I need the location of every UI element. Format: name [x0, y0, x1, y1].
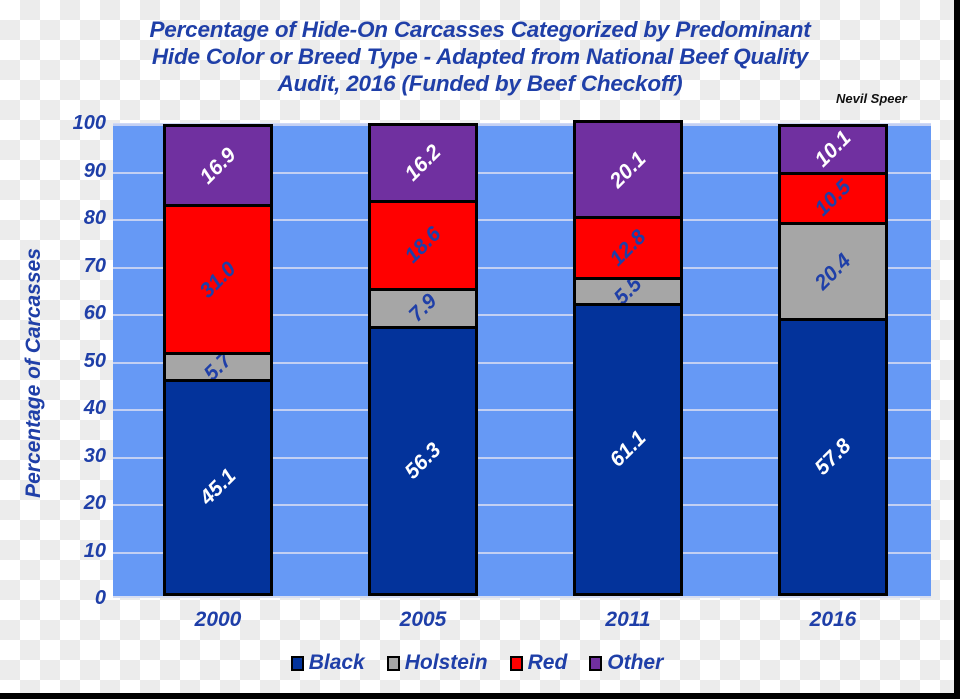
- y-axis-tick-90: 90: [83, 159, 106, 182]
- bar-segment-other-2011: 20.1: [573, 120, 683, 219]
- plot-area: 16.9 31.0 5.7 45.1 16.2 18.6 7.9 56.3 20.1 12.8 5.…: [113, 120, 931, 598]
- bar-value-label: 20.1: [605, 147, 651, 193]
- legend-label: Other: [607, 651, 664, 674]
- bar-segment-black-2011: 61.1: [573, 302, 683, 596]
- bar-segment-black-2005: 56.3: [368, 325, 478, 596]
- chart-legend: Black Holstein Red Other: [0, 651, 954, 675]
- legend-item-red[interactable]: Red: [509, 651, 568, 675]
- bar-value-label: 5.7: [199, 351, 237, 382]
- legend-item-holstein[interactable]: Holstein: [386, 651, 488, 675]
- y-axis-tick-70: 70: [83, 254, 106, 277]
- y-axis-tick-0: 0: [94, 587, 106, 609]
- bar-segment-black-2000: 45.1: [163, 378, 273, 596]
- legend-label: Red: [527, 651, 568, 674]
- legend-swatch-icon-black: [290, 655, 304, 671]
- bar-segment-other-2005: 16.2: [368, 122, 478, 203]
- bar-segment-holstein-2016: 20.4: [778, 221, 888, 322]
- bar-segment-red-2016: 10.5: [778, 171, 888, 225]
- bar-value-label: 57.8: [810, 434, 856, 480]
- bar-segment-red-2000: 31.0: [163, 204, 273, 355]
- x-axis-tick-2011: 2011: [605, 608, 651, 631]
- bar-value-label: 18.6: [400, 222, 446, 268]
- bar-value-label: 31.0: [195, 257, 241, 303]
- chart-image: Percentage of Hide-On Carcasses Categori…: [0, 0, 960, 699]
- bar-segment-other-2016: 10.1: [778, 123, 888, 175]
- y-axis-tick-20: 20: [83, 492, 106, 514]
- y-axis-tick-80: 80: [83, 207, 106, 229]
- y-axis-tick-10: 10: [83, 539, 106, 562]
- bar-segment-holstein-2011: 5.5: [573, 276, 683, 306]
- bar-value-label: 10.5: [810, 175, 856, 221]
- bar-segment-holstein-2005: 7.9: [368, 288, 478, 329]
- bar-segment-holstein-2000: 5.7: [163, 351, 273, 382]
- legend-label: Holstein: [404, 651, 488, 674]
- chart-title-line-2: Hide Color or Breed Type - Adapted from …: [151, 44, 809, 69]
- y-axis-tick-100: 100: [72, 112, 106, 134]
- bar-segment-black-2016: 57.8: [778, 318, 888, 596]
- bar-value-label: 10.1: [810, 126, 856, 172]
- bar-value-label: 61.1: [605, 426, 651, 472]
- y-axis-tick-40: 40: [83, 397, 106, 419]
- x-axis-tick-2000: 2000: [194, 608, 242, 631]
- legend-swatch-icon-holstein: [386, 655, 400, 671]
- y-axis-tick-labels: 0 10 20 30 40 50 60 70 80 90 100: [44, 113, 106, 608]
- legend-item-other[interactable]: Other: [589, 651, 663, 675]
- legend-swatch-icon-red: [509, 655, 523, 671]
- bar-value-label: 45.1: [195, 464, 241, 510]
- y-axis-tick-60: 60: [83, 302, 106, 324]
- bar-2000: 16.9 31.0 5.7 45.1: [163, 124, 273, 596]
- y-axis-tick-30: 30: [83, 444, 106, 467]
- bar-value-label: 7.9: [404, 289, 442, 327]
- bar-segment-other-2000: 16.9: [163, 124, 273, 208]
- bar-value-label: 16.2: [400, 140, 446, 186]
- x-axis-tick-2005: 2005: [399, 608, 447, 631]
- chart-title: Percentage of Hide-On Carcasses Categori…: [96, 16, 864, 97]
- bar-2011: 20.1 12.8 5.5 61.1: [573, 120, 683, 596]
- bar-segment-red-2005: 18.6: [368, 199, 478, 292]
- y-axis-title: Percentage of Carcasses: [22, 248, 45, 498]
- bar-2005: 16.2 18.6 7.9 56.3: [368, 122, 478, 596]
- chart-title-line-1: Percentage of Hide-On Carcasses Categori…: [149, 17, 811, 42]
- x-axis-tick-2016: 2016: [809, 608, 857, 631]
- legend-item-black[interactable]: Black: [290, 651, 365, 675]
- legend-label: Black: [308, 651, 365, 674]
- chart-title-line-3: Audit, 2016 (Funded by Beef Checkoff): [277, 71, 683, 96]
- bar-2016: 10.1 10.5 20.4 57.8: [778, 123, 888, 596]
- bar-value-label: 12.8: [605, 225, 651, 271]
- author-credit: Nevil Speer: [836, 91, 907, 106]
- bar-value-label: 20.4: [810, 248, 856, 295]
- y-axis-tick-50: 50: [83, 349, 106, 372]
- bar-segment-red-2011: 12.8: [573, 215, 683, 280]
- bar-value-label: 5.5: [609, 276, 647, 306]
- legend-swatch-icon-other: [589, 655, 603, 671]
- bar-value-label: 56.3: [400, 438, 446, 484]
- bar-value-label: 16.9: [195, 143, 241, 189]
